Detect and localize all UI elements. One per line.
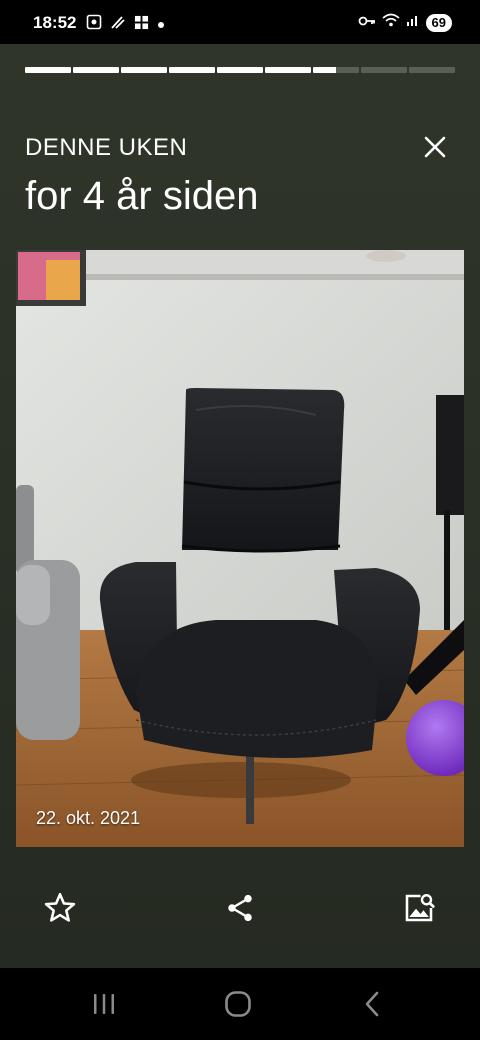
armchair-photo	[16, 250, 464, 847]
progress-segment	[25, 67, 71, 73]
battery-level: 69	[431, 14, 446, 30]
status-right-icons: 69	[358, 13, 452, 32]
progress-segment-fill	[169, 67, 215, 73]
status-time: 18:52	[33, 13, 77, 32]
close-icon	[424, 136, 446, 158]
progress-segment-fill	[313, 67, 336, 73]
key-icon	[358, 14, 376, 32]
star-icon	[44, 892, 76, 922]
status-bar: 18:52 69	[0, 0, 480, 44]
gallery-icon	[134, 15, 149, 35]
open-in-gallery-button[interactable]	[397, 886, 441, 930]
progress-segment-fill	[121, 67, 167, 73]
back-icon	[365, 991, 379, 1017]
navigation-bar	[0, 968, 480, 1040]
status-left-icons	[86, 14, 165, 35]
progress-segment	[361, 67, 407, 73]
home-icon	[225, 991, 251, 1017]
photo-date: 22. okt. 2021	[36, 808, 141, 828]
progress-segment	[313, 67, 359, 73]
signal-icon	[406, 13, 420, 32]
share-icon	[228, 894, 252, 922]
recents-button[interactable]	[84, 988, 124, 1020]
progress-segment-fill	[265, 67, 311, 73]
memory-subtitle: for 4 år siden	[25, 174, 259, 218]
progress-segment-fill	[217, 67, 263, 73]
recents-icon	[94, 994, 114, 1014]
screen-record-icon	[86, 14, 102, 35]
wifi-icon	[382, 13, 400, 32]
progress-segment	[169, 67, 215, 73]
progress-segment	[121, 67, 167, 73]
progress-segment	[217, 67, 263, 73]
close-button[interactable]	[418, 130, 452, 164]
story-progress	[25, 67, 455, 73]
sparkle-icon	[110, 14, 126, 35]
progress-segment-fill	[73, 67, 119, 73]
progress-segment	[265, 67, 311, 73]
progress-segment	[409, 67, 455, 73]
share-button[interactable]	[218, 886, 262, 930]
progress-segment	[73, 67, 119, 73]
dot-icon	[157, 16, 165, 34]
memory-photo[interactable]	[16, 250, 464, 847]
battery-icon: 69	[425, 13, 452, 32]
home-button[interactable]	[218, 988, 258, 1020]
back-button[interactable]	[352, 988, 392, 1020]
image-search-icon	[405, 894, 435, 922]
favorite-button[interactable]	[38, 886, 82, 930]
memory-viewer: DENNE UKEN for 4 år siden 22. okt. 2021	[0, 44, 480, 968]
progress-segment-fill	[25, 67, 71, 73]
memory-title: DENNE UKEN	[25, 134, 188, 161]
